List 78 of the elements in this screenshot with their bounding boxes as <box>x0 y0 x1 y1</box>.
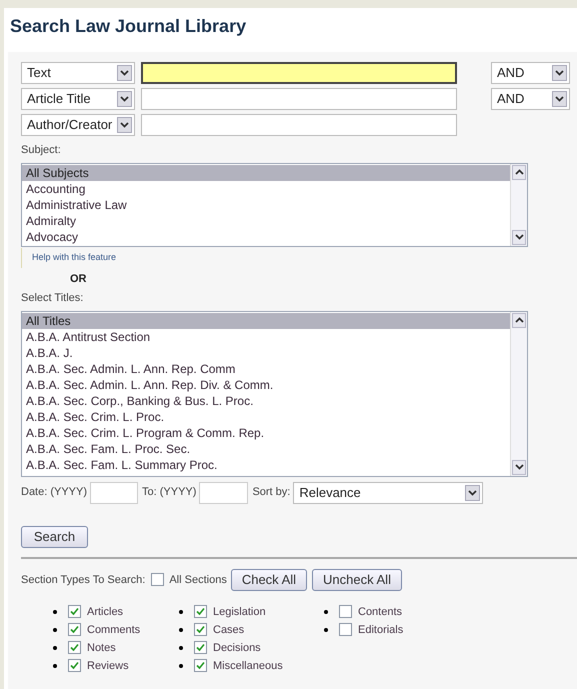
or-label: OR <box>69 272 88 286</box>
section-type-label: Reviews <box>87 658 129 674</box>
list-option[interactable]: A.B.A. Sec. Fam. L. Proc. Sec. <box>22 440 510 456</box>
checkbox[interactable] <box>339 605 352 618</box>
field-dropdown[interactable]: Text <box>21 62 135 84</box>
date-to-label: To: (YYYY) <box>142 485 196 500</box>
bullet-icon <box>53 664 57 668</box>
scroll-down-icon[interactable] <box>512 460 526 474</box>
scroll-up-icon[interactable] <box>512 312 526 328</box>
section-type-label: Notes <box>87 640 116 656</box>
uncheck-all-button[interactable]: Uncheck All <box>312 568 402 591</box>
sort-dropdown[interactable]: Relevance <box>293 482 484 504</box>
checkbox[interactable] <box>194 623 207 636</box>
list-option[interactable]: Admiralty <box>22 212 510 228</box>
list-option[interactable]: A.B.A. Antitrust Section <box>22 328 510 344</box>
bullet-icon <box>324 628 328 632</box>
bullet-icon <box>179 646 183 650</box>
bullet-icon <box>53 646 57 650</box>
help-link[interactable]: Help with this feature <box>32 250 116 264</box>
checkbox[interactable] <box>151 573 164 586</box>
checkbox[interactable] <box>194 659 207 672</box>
list-option[interactable]: Accounting <box>22 180 510 196</box>
search-field[interactable] <box>141 62 457 84</box>
field-dropdown[interactable]: Article Title <box>21 88 135 110</box>
list-option[interactable]: A.B.A. Sec. Crim. L. Program & Comm. Rep. <box>22 424 510 440</box>
section-type-label: Comments <box>87 622 140 638</box>
section-type-label: Editorials <box>358 622 404 638</box>
year-from-field[interactable] <box>90 482 138 504</box>
list-option[interactable]: A.B.A. J. <box>22 344 510 360</box>
checkbox[interactable] <box>194 641 207 654</box>
titles-label: Select Titles: <box>21 291 84 306</box>
search-button[interactable]: Search <box>21 526 88 548</box>
section-type-label: Miscellaneous <box>213 658 283 674</box>
list-option[interactable]: A.B.A. Sec. Admin. L. Ann. Rep. Div. & Comm. <box>22 376 510 392</box>
bullet-icon <box>179 610 183 614</box>
checkbox[interactable] <box>194 605 207 618</box>
checkbox[interactable] <box>68 659 81 672</box>
check-all-button[interactable]: Check All <box>230 568 308 591</box>
year-to-field[interactable] <box>199 482 248 504</box>
checkbox[interactable] <box>68 641 81 654</box>
checkbox[interactable] <box>339 623 352 636</box>
date-from-label: Date: (YYYY) <box>21 485 88 500</box>
section-type-label: Legislation <box>213 604 266 620</box>
list-box[interactable]: All Subjects Accounting Administrative Law Admiralty Advocacy <box>21 162 528 246</box>
list-option[interactable]: All Subjects <box>22 164 510 180</box>
all-sections-label: All Sections <box>169 572 227 588</box>
list-option[interactable]: A.B.A. Sec. Crim. L. Proc. <box>22 408 510 424</box>
scroll-down-icon[interactable] <box>512 230 526 244</box>
section-type-label: Cases <box>213 622 244 638</box>
operator-dropdown[interactable]: AND <box>491 62 570 84</box>
bullet-icon <box>53 628 57 632</box>
checkbox[interactable] <box>68 605 81 618</box>
subject-label: Subject: <box>21 143 62 158</box>
bullet-icon <box>53 610 57 614</box>
section-type-label: Contents <box>358 604 402 620</box>
list-option[interactable]: A.B.A. Sec. Admin. L. Ann. Rep. Comm <box>22 360 510 376</box>
section-types-label: Section Types To Search: <box>21 572 146 588</box>
sort-label: Sort by: <box>252 485 290 500</box>
bullet-icon <box>179 664 183 668</box>
list-option[interactable]: A.B.A. Sec. Fam. L. Summary Proc. <box>22 456 510 472</box>
list-option[interactable]: A.B.A. Sec. Corp., Banking & Bus. L. Proc. <box>22 392 510 408</box>
search-field[interactable] <box>141 114 457 136</box>
page-title: Search Law Journal Library <box>10 15 248 38</box>
checkbox[interactable] <box>68 623 81 636</box>
field-dropdown[interactable]: Author/Creator <box>21 114 135 136</box>
list-option[interactable]: Advocacy <box>22 228 510 244</box>
scrollbar[interactable] <box>510 312 527 476</box>
operator-dropdown[interactable]: AND <box>491 88 570 110</box>
scrollbar[interactable] <box>510 164 527 246</box>
list-box[interactable] <box>21 310 528 476</box>
list-option[interactable]: All Titles <box>22 312 510 328</box>
bullet-icon <box>179 628 183 632</box>
search-field[interactable] <box>141 88 457 110</box>
section-type-label: Articles <box>87 604 124 620</box>
bullet-icon <box>324 610 328 614</box>
scroll-up-icon[interactable] <box>512 164 526 180</box>
section-type-label: Decisions <box>213 640 261 656</box>
list-option[interactable]: Administrative Law <box>22 196 510 212</box>
